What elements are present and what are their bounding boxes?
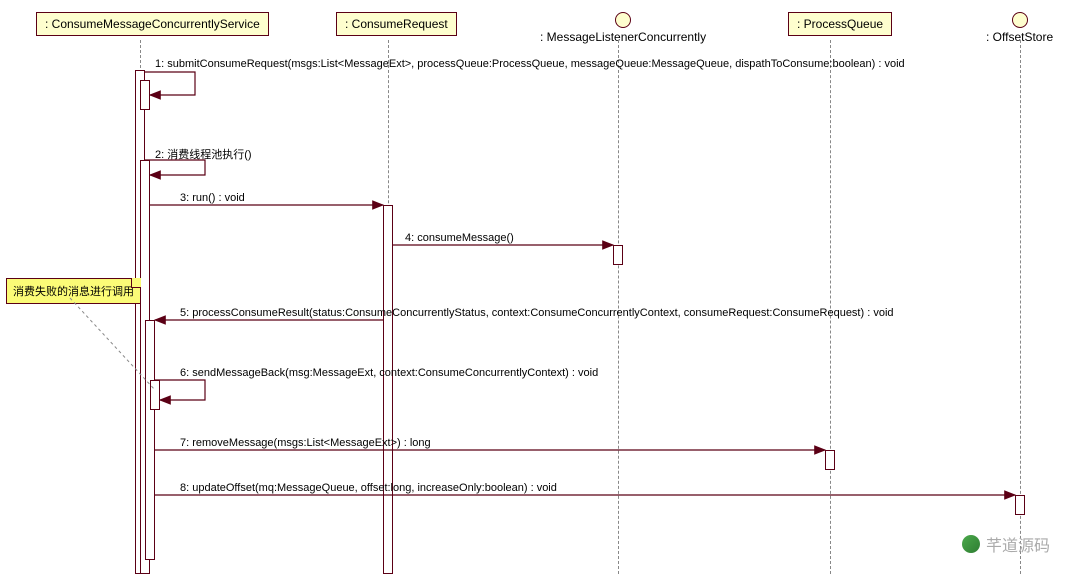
- lifeline-box: : ConsumeMessageConcurrentlyService: [36, 12, 269, 36]
- note-text: 消费失败的消息进行调用: [13, 286, 134, 298]
- message-7-label: 7: removeMessage(msgs:List<MessageExt>) …: [180, 437, 431, 449]
- message-5-label: 5: processConsumeResult(status:ConsumeCo…: [180, 307, 894, 319]
- message-6-label: 6: sendMessageBack(msg:MessageExt, conte…: [180, 367, 598, 379]
- lifeline-actor-icon: [1012, 12, 1028, 28]
- watermark: 芊道源码: [962, 532, 1050, 556]
- lifeline-box: : ProcessQueue: [788, 12, 892, 36]
- message-2-label: 2: 消费线程池执行(): [155, 146, 252, 162]
- lifeline-process-queue: : ProcessQueue: [788, 12, 892, 36]
- wechat-icon: [962, 535, 980, 553]
- lifeline-label: : MessageListenerConcurrently: [540, 30, 706, 44]
- lifeline-message-listener: : MessageListenerConcurrently: [540, 12, 706, 44]
- activation-bar: [825, 450, 835, 470]
- lifeline-consume-request: : ConsumeRequest: [336, 12, 457, 36]
- activation-bar: [613, 245, 623, 265]
- message-8-label: 8: updateOffset(mq:MessageQueue, offset:…: [180, 482, 557, 494]
- note-consume-fail: 消费失败的消息进行调用: [6, 278, 141, 304]
- activation-bar: [150, 380, 160, 410]
- lifeline-actor-icon: [615, 12, 631, 28]
- activation-bar: [383, 205, 393, 574]
- lifeline-box: : ConsumeRequest: [336, 12, 457, 36]
- activation-bar: [140, 80, 150, 110]
- message-1-label: 1: submitConsumeRequest(msgs:List<Messag…: [155, 58, 905, 70]
- lifeline-dash: [1020, 40, 1021, 574]
- lifeline-consume-service: : ConsumeMessageConcurrentlyService: [36, 12, 269, 36]
- watermark-text: 芊道源码: [986, 532, 1050, 556]
- activation-bar: [145, 320, 155, 560]
- activation-bar: [1015, 495, 1025, 515]
- note-fold-icon: [131, 278, 141, 288]
- message-4-label: 4: consumeMessage(): [405, 232, 514, 244]
- message-3-label: 3: run() : void: [180, 192, 245, 204]
